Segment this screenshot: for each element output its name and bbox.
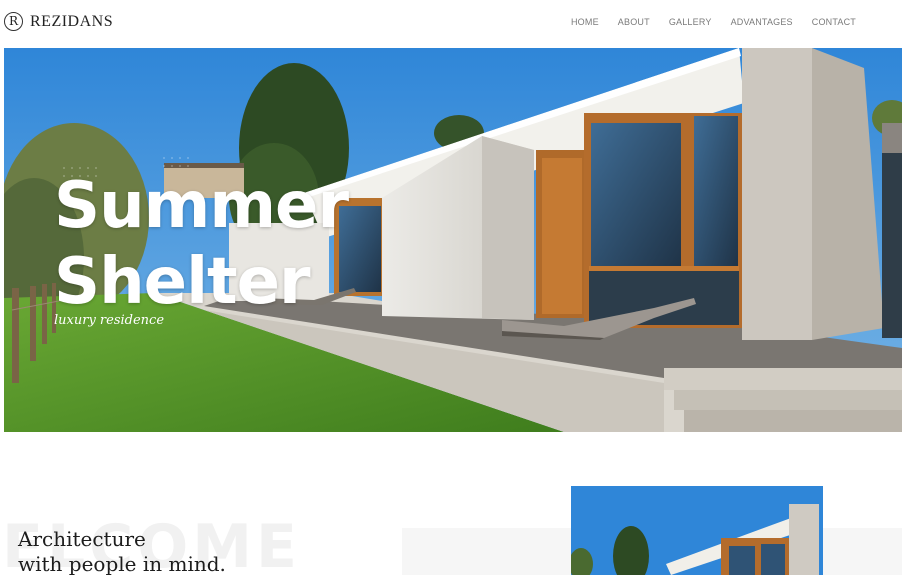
section-heading: Architecture with people in mind.: [18, 527, 226, 577]
logo-icon[interactable]: R: [4, 12, 23, 31]
hero-title: Summer Shelter: [54, 168, 349, 320]
hero-title-line2: Shelter: [54, 245, 311, 319]
nav-advantages[interactable]: ADVANTAGES: [731, 17, 793, 27]
section-heading-line1: Architecture: [18, 527, 146, 551]
nav-gallery[interactable]: GALLERY: [669, 17, 712, 27]
nav-contact[interactable]: CONTACT: [812, 17, 856, 27]
hero-subtitle: luxury residence: [54, 313, 165, 328]
nav-about[interactable]: ABOUT: [618, 17, 650, 27]
hero-title-line1: Summer: [54, 169, 349, 243]
house-thumbnail-image: [571, 486, 823, 575]
main-nav: HOME ABOUT GALLERY ADVANTAGES CONTACT: [571, 17, 856, 27]
hero-section: Summer Shelter luxury residence: [4, 48, 902, 432]
nav-home[interactable]: HOME: [571, 17, 599, 27]
site-header: R REZIDANS HOME ABOUT GALLERY ADVANTAGES…: [0, 0, 902, 46]
brand-name[interactable]: REZIDANS: [30, 13, 113, 31]
section-heading-line2: with people in mind.: [18, 552, 226, 576]
